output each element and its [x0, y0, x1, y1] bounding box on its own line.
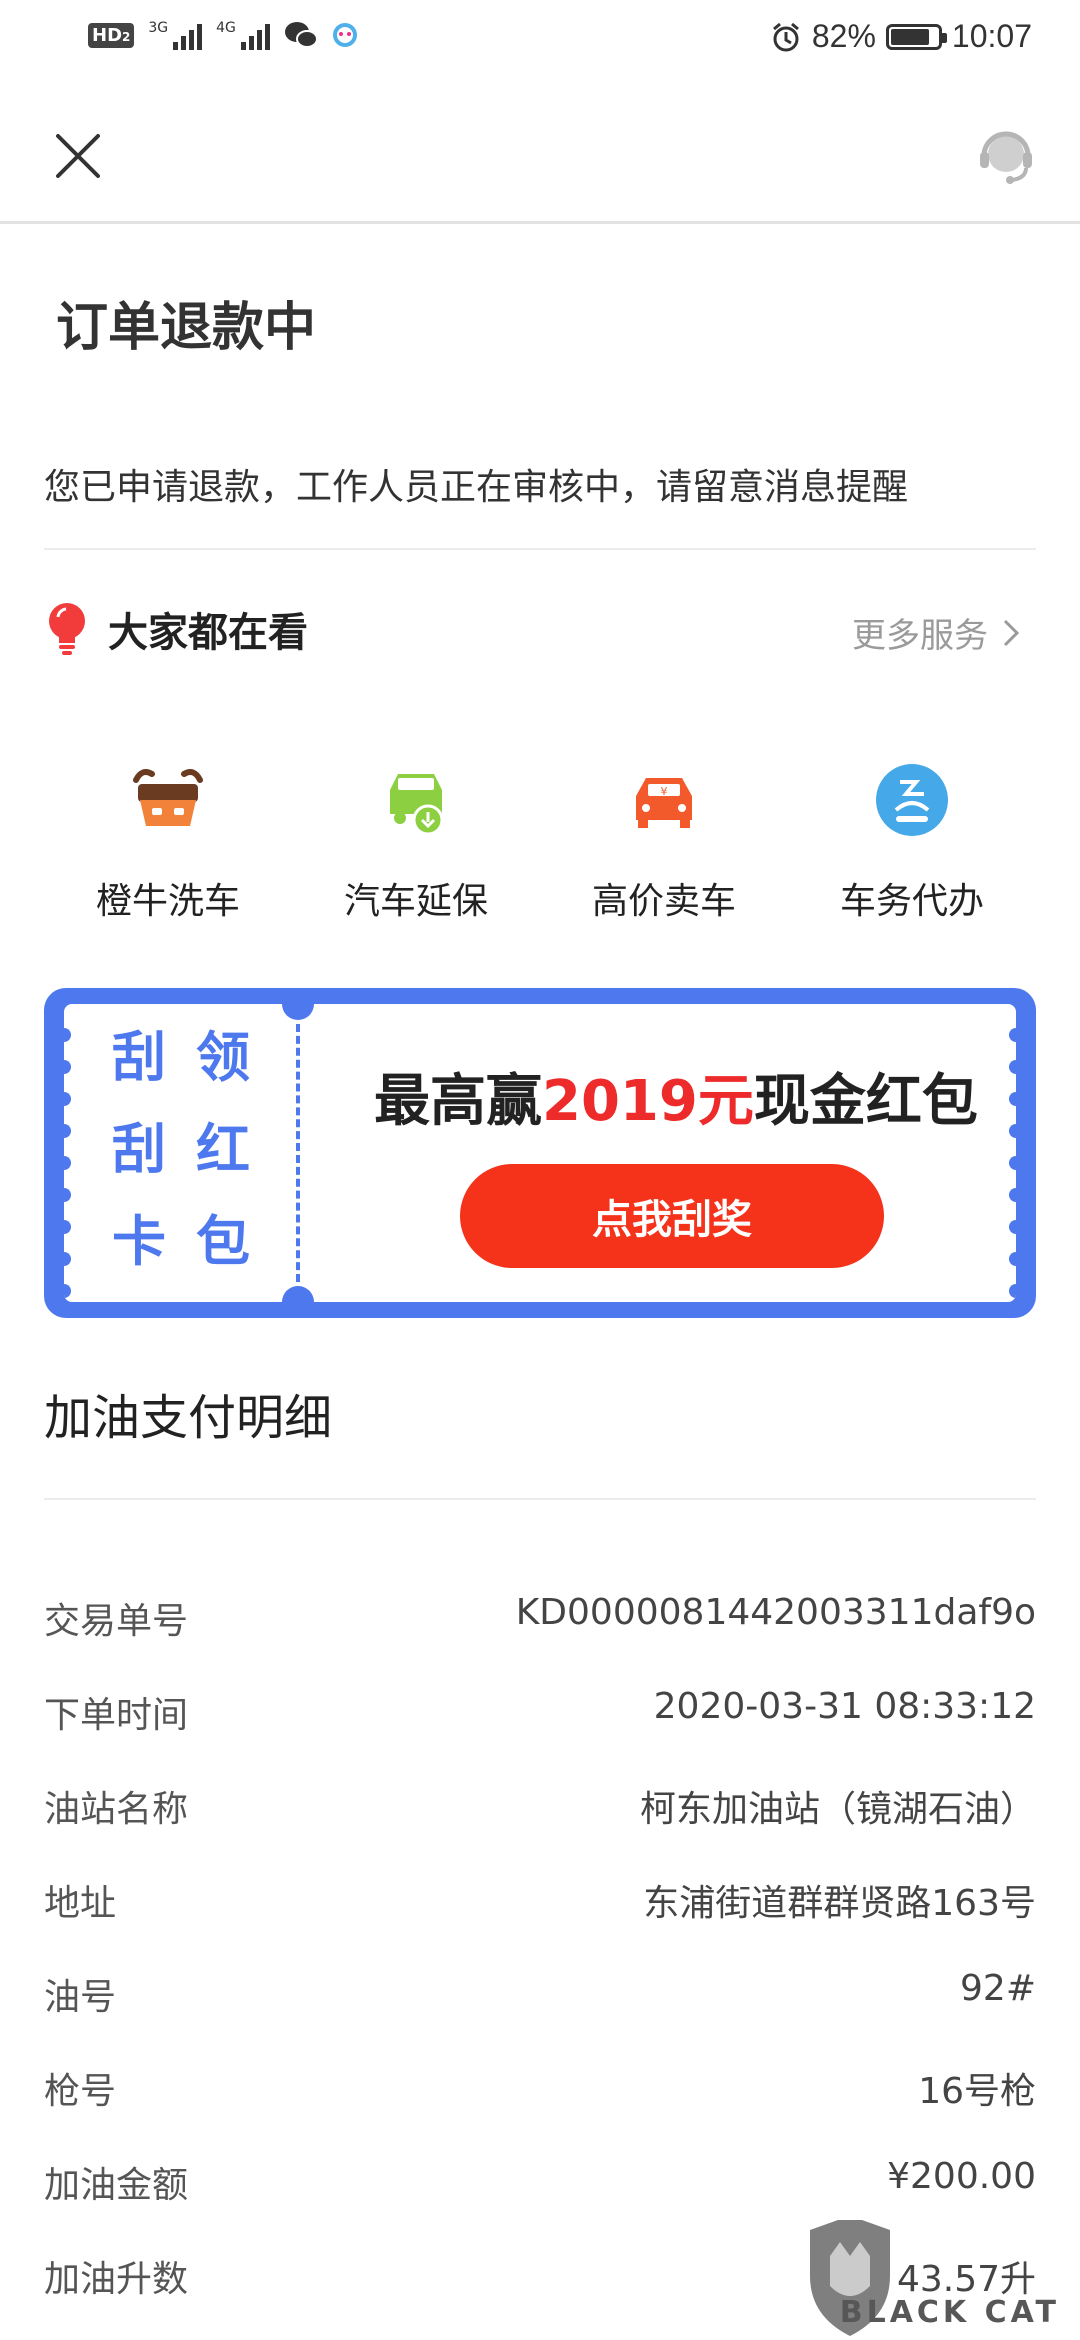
detail-key: 加油金额 [44, 2165, 189, 2206]
detail-key: 下单时间 [44, 1695, 189, 1736]
detail-key: 油号 [44, 1977, 117, 2018]
service-label: 车务代办 [839, 881, 984, 922]
banner-perforation [1009, 1252, 1016, 1266]
detail-key: 交易单号 [44, 1601, 189, 1642]
status-bar: HD2 3G 4G 82% 10:07 [0, 0, 1080, 84]
service-car-wash[interactable]: 橙牛洗车 [68, 760, 268, 924]
banner-char: 卡 [112, 1210, 166, 1273]
detail-value: 柯东加油站（镜湖石油） [639, 1789, 1036, 1830]
detail-value: 东浦街道群群贤路163号 [643, 1883, 1036, 1924]
banner-vertical-text: 刮 领 刮 红 卡 包 [104, 1022, 258, 1278]
detail-key: 地址 [44, 1883, 117, 1924]
promo-amount: 2019元 [542, 1069, 754, 1134]
top-nav [0, 84, 1080, 224]
hd-icon: HD2 [88, 22, 135, 48]
svg-text:¥: ¥ [661, 785, 668, 798]
banner-perforation [1009, 1092, 1016, 1106]
black-cat-watermark: BLACK CAT [800, 2210, 1080, 2340]
wechat-icon [284, 22, 318, 48]
banner-char: 刮 [112, 1026, 166, 1089]
detail-value: KD0000081442003311daf9o [515, 1592, 1036, 1633]
promo-headline: 最高赢2019元现金红包 [374, 1069, 978, 1134]
banner-perforation [64, 1220, 71, 1234]
close-icon[interactable] [48, 126, 108, 186]
banner-perforation [64, 1252, 71, 1266]
banner-notch [282, 1286, 314, 1302]
banner-perforation [64, 1156, 71, 1170]
ox-car-icon [133, 769, 203, 826]
detail-row-fuel-grade: 油号 92# [44, 1968, 1036, 2062]
sell-car-icon: ¥ [636, 778, 692, 828]
banner-perforation [64, 1284, 71, 1298]
lightbulb-icon [49, 603, 85, 655]
banner-perforation [64, 1188, 71, 1202]
divider [44, 1498, 1036, 1500]
detail-value: 16号枪 [918, 2071, 1036, 2112]
detail-row-transaction-no: 交易单号 KD0000081442003311daf9o [44, 1592, 1036, 1686]
banner-perforation [64, 1060, 71, 1074]
detail-row-station-name: 油站名称 柯东加油站（镜湖石油） [44, 1780, 1036, 1874]
car-warranty-icon [390, 774, 444, 836]
banner-perforation [1009, 1124, 1016, 1138]
detail-row-order-time: 下单时间 2020-03-31 08:33:12 [44, 1686, 1036, 1780]
detail-row-pump-no: 枪号 16号枪 [44, 2062, 1036, 2156]
banner-perforation [64, 1092, 71, 1106]
scratch-card-banner[interactable]: 刮 领 刮 红 卡 包 最高赢2019元现金红包 点我刮奖 [44, 988, 1036, 1318]
service-car-affairs[interactable]: 车务代办 [812, 760, 1012, 924]
banner-perforation [64, 1124, 71, 1138]
battery-percent: 82% [811, 18, 876, 54]
popular-header: 大家都在看 [44, 600, 308, 658]
more-services-label: 更多服务 [852, 616, 988, 656]
detail-key: 枪号 [44, 2071, 117, 2112]
refund-status-message: 您已申请退款，工作人员正在审核中，请留意消息提醒 [44, 467, 909, 508]
scratch-button[interactable]: 点我刮奖 [460, 1164, 884, 1268]
car-service-icon [876, 764, 948, 836]
banner-divider [296, 1024, 300, 1282]
detail-key: 油站名称 [44, 1789, 189, 1830]
banner-char: 包 [196, 1210, 250, 1273]
detail-value: 92# [960, 1968, 1036, 2009]
banner-perforation [1009, 1156, 1016, 1170]
customer-service-icon[interactable] [974, 124, 1038, 188]
divider [44, 548, 1036, 550]
chevron-right-icon [1003, 619, 1020, 646]
detail-row-address: 地址 东浦街道群群贤路163号 [44, 1874, 1036, 1968]
signal-3g-icon: 3G [148, 20, 203, 50]
banner-perforation [1009, 1060, 1016, 1074]
banner-perforation [1009, 1028, 1016, 1042]
detail-key: 加油升数 [44, 2259, 189, 2300]
banner-char: 领 [196, 1026, 250, 1089]
service-label: 汽车延保 [343, 881, 488, 922]
detail-value: 2020-03-31 08:33:12 [653, 1686, 1036, 1727]
status-right: 82% 10:07 [770, 18, 1032, 55]
banner-perforation [64, 1028, 71, 1042]
banner-perforation [1009, 1188, 1016, 1202]
service-sell-car[interactable]: ¥ 高价卖车 [564, 760, 764, 924]
popular-title: 大家都在看 [108, 610, 308, 656]
status-left: HD2 3G 4G [88, 20, 358, 50]
banner-char: 刮 [112, 1118, 166, 1181]
alarm-icon [772, 22, 799, 51]
detail-value: ¥200.00 [887, 2156, 1036, 2197]
battery-level [890, 28, 929, 45]
service-label: 高价卖车 [591, 881, 736, 922]
banner-notch [282, 1004, 314, 1020]
banner-perforation [1009, 1220, 1016, 1234]
banner-perforation [1009, 1284, 1016, 1298]
signal-4g-icon: 4G [216, 20, 270, 50]
page-title: 订单退款中 [56, 298, 317, 358]
services-grid: 橙牛洗车 汽车延保 ¥ 高价卖车 车务代办 [44, 760, 1036, 924]
service-label: 橙牛洗车 [95, 881, 240, 922]
banner-char: 红 [196, 1118, 250, 1181]
more-services-link[interactable]: 更多服务 [852, 608, 1020, 657]
app-notification-icon [332, 23, 357, 47]
battery-icon [885, 23, 947, 50]
service-extended-warranty[interactable]: 汽车延保 [316, 760, 516, 924]
banner-card: 刮 领 刮 红 卡 包 最高赢2019元现金红包 点我刮奖 [64, 1004, 1016, 1302]
watermark-text: BLACK CAT [839, 2295, 1060, 2330]
payment-details-title: 加油支付明细 [44, 1390, 333, 1446]
clock: 10:07 [951, 18, 1032, 54]
